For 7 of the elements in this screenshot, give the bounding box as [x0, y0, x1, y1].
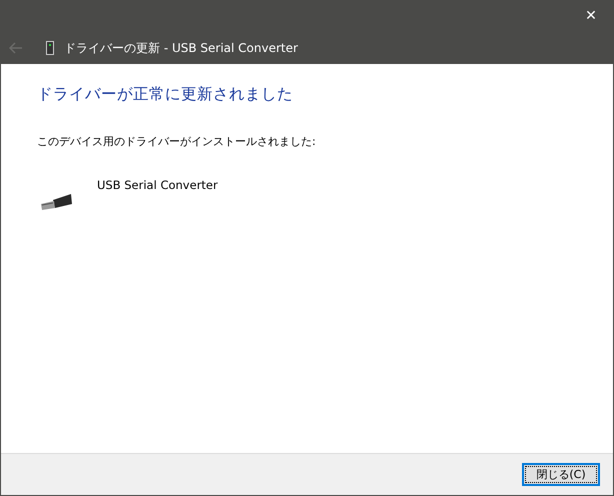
- device-icon: [46, 41, 54, 55]
- close-dialog-button[interactable]: 閉じる(C): [522, 463, 600, 486]
- window-title: ドライバーの更新 - USB Serial Converter: [64, 40, 298, 56]
- message-text: このデバイス用のドライバーがインストールされました:: [37, 134, 317, 149]
- close-button[interactable]: ✕: [568, 0, 614, 32]
- device-name: USB Serial Converter: [97, 178, 218, 194]
- heading: ドライバーが正常に更新されました: [37, 84, 294, 105]
